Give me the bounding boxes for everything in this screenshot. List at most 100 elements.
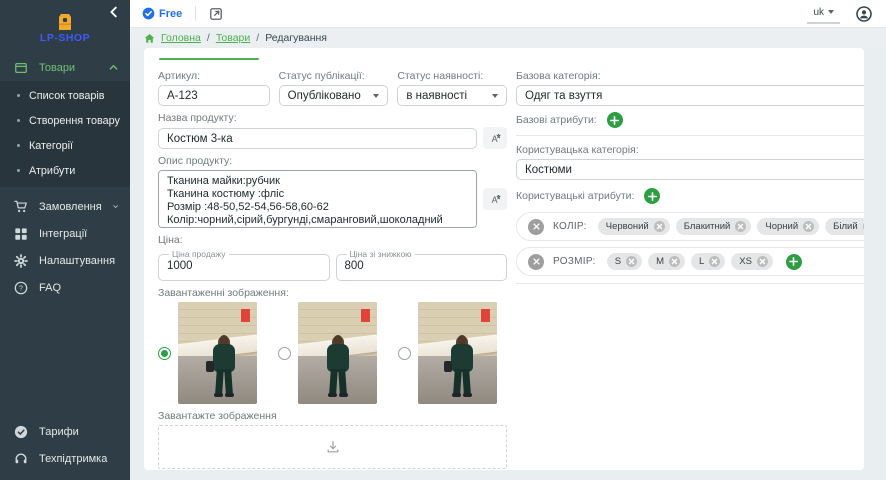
sidebar-item-settings[interactable]: Налаштування: [0, 247, 130, 274]
custom-category-select[interactable]: Костюми: [516, 159, 864, 180]
svg-text:A: A: [491, 133, 497, 143]
breadcrumb-separator: /: [256, 32, 259, 44]
language-selector[interactable]: uk: [807, 4, 840, 24]
breadcrumb-link-home[interactable]: Головна: [161, 32, 201, 44]
sidebar-item-products[interactable]: Товари: [0, 54, 130, 81]
remove-value-icon[interactable]: [626, 256, 637, 267]
red-tag: [241, 309, 250, 322]
chip-label: XS: [739, 256, 752, 267]
translate-icon[interactable]: A: [483, 127, 507, 149]
divider: [195, 6, 196, 21]
chip-label: Білий: [833, 221, 858, 232]
breadcrumb-separator: /: [207, 32, 210, 44]
help-icon: ?: [14, 281, 28, 295]
sidebar-item-orders[interactable]: Замовлення: [0, 193, 130, 220]
publish-status-label: Статус публікації:: [279, 70, 389, 82]
sale-price-value: 1000: [167, 259, 321, 273]
sale-price-field[interactable]: Ціна продажу 1000: [158, 249, 330, 281]
sidebar-item-product-list[interactable]: Список товарів: [0, 83, 130, 108]
image-dropzone[interactable]: [158, 425, 507, 469]
active-tab-indicator: [159, 58, 259, 60]
add-value-icon[interactable]: [786, 254, 802, 270]
stock-status-label: Статус наявності:: [397, 70, 507, 82]
sidebar-bottom: Тарифи Техпідтримка: [0, 418, 130, 480]
remove-value-icon[interactable]: [757, 256, 768, 267]
remove-value-icon[interactable]: [654, 221, 665, 232]
remove-value-icon[interactable]: [863, 221, 864, 232]
translate-icon[interactable]: A: [483, 188, 507, 210]
sku-field-group: Артикул: A-123: [158, 70, 270, 106]
add-custom-attribute-icon[interactable]: [644, 188, 660, 204]
add-base-attribute-icon[interactable]: [607, 112, 623, 128]
stock-status-select[interactable]: в наявності: [397, 85, 507, 106]
main-image-radio-2[interactable]: [278, 347, 291, 360]
remove-value-icon[interactable]: [669, 256, 680, 267]
custom-category-label: Користувацька категорія:: [516, 144, 864, 156]
bullet-icon: [17, 94, 20, 97]
image-option-3: [398, 302, 497, 404]
description-label: Опис продукту:: [158, 155, 507, 167]
sidebar-collapse-icon[interactable]: [107, 5, 121, 19]
verified-icon: [142, 7, 155, 20]
remove-value-icon[interactable]: [735, 221, 746, 232]
plan-badge-label: Free: [159, 8, 182, 20]
product-name-input[interactable]: Костюм 3-ка: [158, 128, 477, 149]
edit-product-card: Артикул: A-123 Статус публікації: Опублі…: [144, 48, 864, 470]
remove-attribute-icon[interactable]: [528, 254, 544, 270]
main-image-radio-3[interactable]: [398, 347, 411, 360]
products-submenu: Список товарів Створення товару Категорі…: [0, 81, 130, 187]
publish-status-group: Статус публікації: Опубліковано: [279, 70, 389, 106]
discount-price-label: Ціна зі знижкою: [347, 249, 415, 259]
upload-label: Завантажте зображення: [158, 410, 507, 422]
sku-input[interactable]: A-123: [158, 85, 270, 106]
description-textarea[interactable]: Тканина майки:рубчик Тканина костюму :фл…: [158, 170, 477, 228]
chevron-up-icon: [109, 63, 118, 72]
sidebar-item-label: Налаштування: [39, 255, 115, 267]
sidebar-item-tariffs[interactable]: Тарифи: [0, 418, 130, 445]
sidebar-menu: Товари Список товарів Створення товару К…: [0, 52, 130, 480]
breadcrumb-current: Редагування: [265, 32, 327, 44]
form-left-column: Артикул: A-123 Статус публікації: Опублі…: [158, 70, 507, 469]
sidebar-item-attributes[interactable]: Атрибути: [0, 158, 130, 183]
sidebar-item-faq[interactable]: ? FAQ: [0, 274, 130, 301]
discount-price-field[interactable]: Ціна зі знижкою 800: [336, 249, 508, 281]
uploaded-images-group: Завантаженні зображення:: [158, 287, 507, 404]
bullet-icon: [17, 169, 20, 172]
attribute-name: КОЛІР:: [553, 221, 587, 232]
chip-label: M: [656, 256, 664, 267]
user-avatar-icon[interactable]: [856, 6, 872, 22]
breadcrumb-link-products[interactable]: Товари: [216, 32, 250, 44]
product-name-group: Назва продукту: Костюм 3-ка A: [158, 112, 507, 149]
chevron-down-icon: [113, 202, 118, 211]
submenu-item-label: Список товарів: [29, 90, 105, 102]
headset-icon: [14, 452, 28, 466]
sidebar-item-integrations[interactable]: Інтеграції: [0, 220, 130, 247]
sidebar: LP-SHOP Товари Список товарів Створення …: [0, 0, 130, 480]
stock-status-group: Статус наявності: в наявності: [397, 70, 507, 106]
publish-status-select[interactable]: Опубліковано: [279, 85, 389, 106]
sidebar-item-label: Тарифи: [39, 426, 118, 438]
submenu-item-label: Атрибути: [29, 165, 75, 177]
box-icon: [14, 61, 28, 75]
external-link-icon[interactable]: [209, 7, 223, 21]
sidebar-item-categories[interactable]: Категорії: [0, 133, 130, 158]
base-category-input[interactable]: Одяг та взуття: [516, 85, 864, 106]
main-image-radio-1[interactable]: [158, 347, 171, 360]
attribute-chip: XS: [731, 253, 773, 270]
remove-attribute-icon[interactable]: [528, 219, 544, 235]
sidebar-item-label: Інтеграції: [39, 228, 118, 240]
remove-value-icon[interactable]: [709, 256, 720, 267]
svg-text:A: A: [491, 194, 497, 204]
sidebar-item-support[interactable]: Техпідтримка: [0, 445, 130, 472]
sidebar-item-label: Товари: [39, 62, 98, 74]
home-icon: [144, 33, 155, 44]
remove-value-icon[interactable]: [803, 221, 814, 232]
sidebar-item-label: Техпідтримка: [39, 453, 118, 465]
product-photo-1: [178, 302, 257, 404]
chip-label: S: [615, 256, 621, 267]
sidebar-item-label: Замовлення: [39, 201, 102, 213]
attribute-values: S M L XS: [607, 253, 773, 270]
sidebar-item-create-product[interactable]: Створення товару: [0, 108, 130, 133]
description-group: Опис продукту: Тканина майки:рубчик Ткан…: [158, 155, 507, 228]
logo-text: LP-SHOP: [40, 32, 90, 44]
